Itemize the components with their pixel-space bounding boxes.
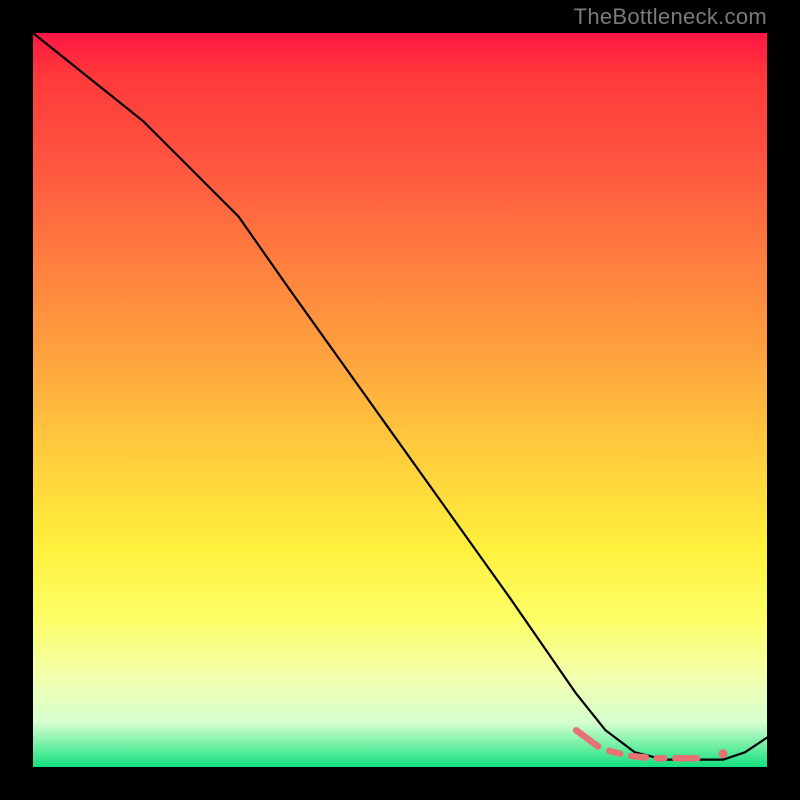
watermark-text: TheBottleneck.com — [574, 4, 767, 30]
chart-svg — [33, 33, 767, 767]
main-curve — [33, 33, 767, 760]
plot-area — [33, 33, 767, 767]
highlight-dashes — [576, 730, 727, 758]
chart-frame: TheBottleneck.com — [0, 0, 800, 800]
